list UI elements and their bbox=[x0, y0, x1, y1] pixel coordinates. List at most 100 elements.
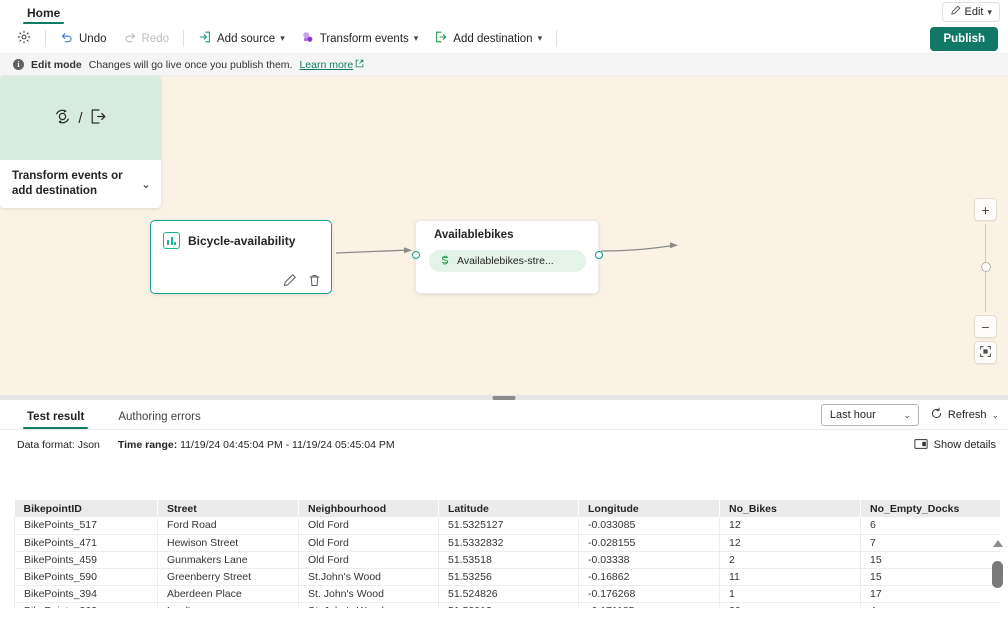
time-range-label: Time range: bbox=[117, 439, 178, 451]
learn-more-label: Learn more bbox=[299, 58, 354, 71]
cell-no-empty-docks: 4 bbox=[860, 602, 1000, 608]
results-table-wrap[interactable]: BikepointID Street Neighbourhood Latitud… bbox=[14, 500, 1000, 608]
undo-button[interactable]: Undo bbox=[53, 27, 114, 51]
cell-latitude: 51.524826 bbox=[438, 585, 579, 603]
refresh-button[interactable]: Refresh ⌄ bbox=[930, 407, 999, 423]
add-destination-label: Add destination bbox=[453, 32, 533, 45]
show-details-button[interactable]: Show details bbox=[914, 438, 996, 453]
cell-street: Gunmakers Lane bbox=[157, 551, 299, 569]
source-node-actions bbox=[282, 273, 322, 288]
table-row[interactable]: BikePoints_471 Hewison Street Old Ford 5… bbox=[14, 534, 1000, 552]
publish-button[interactable]: Publish bbox=[930, 27, 998, 51]
data-format-label: Data format: bbox=[17, 439, 75, 451]
redo-button[interactable]: Redo bbox=[116, 27, 177, 51]
stream-node-availablebikes[interactable]: Availablebikes Availablebikes-stre... bbox=[412, 220, 603, 294]
stream-input-port[interactable] bbox=[412, 251, 420, 259]
cell-neighbourhood: Old Ford bbox=[298, 517, 439, 535]
zoom-slider-track[interactable] bbox=[980, 224, 991, 312]
show-details-label: Show details bbox=[933, 439, 996, 451]
cell-longitude: -0.028155 bbox=[578, 534, 720, 552]
cell-longitude: -0.176268 bbox=[578, 585, 720, 603]
cell-neighbourhood: St.John's Wood bbox=[298, 568, 439, 586]
results-toolbar: Last hour ⌄ Refresh ⌄ bbox=[820, 404, 999, 426]
canvas-zoom-controls: + − bbox=[974, 198, 997, 364]
eventstream-canvas[interactable]: Bicycle-availability Availablebikes Avai… bbox=[0, 76, 1008, 395]
toolbar-divider-3 bbox=[556, 30, 558, 47]
fit-to-screen-icon bbox=[979, 345, 992, 361]
zoom-slider-thumb[interactable] bbox=[980, 262, 991, 273]
column-header-no-empty-docks[interactable]: No_Empty_Docks bbox=[860, 500, 1000, 517]
scroll-up-arrow-icon[interactable] bbox=[993, 540, 1003, 547]
settings-button[interactable] bbox=[10, 27, 38, 51]
event-stream-editor: Home Edit ▾ Undo Redo Add source ▾ Trans… bbox=[0, 0, 1008, 622]
column-header-no-bikes[interactable]: No_Bikes bbox=[719, 500, 861, 517]
pencil-icon bbox=[950, 5, 961, 19]
fit-to-screen-button[interactable] bbox=[974, 341, 997, 364]
add-source-button[interactable]: Add source ▾ bbox=[191, 27, 292, 51]
cell-no-bikes: 20 bbox=[719, 602, 861, 608]
column-header-latitude[interactable]: Latitude bbox=[438, 500, 579, 517]
transform-events-icon bbox=[301, 30, 315, 47]
chevron-down-icon: ▾ bbox=[280, 33, 285, 43]
cell-no-bikes: 1 bbox=[719, 585, 861, 603]
scrollbar-thumb[interactable] bbox=[992, 561, 1003, 588]
redo-icon bbox=[123, 30, 137, 47]
edit-mode-title: Edit mode bbox=[31, 58, 82, 71]
cell-longitude: -0.16862 bbox=[578, 568, 720, 586]
zoom-out-button[interactable]: − bbox=[974, 315, 997, 338]
zoom-in-button[interactable]: + bbox=[974, 198, 997, 221]
source-node-bicycle-availability[interactable]: Bicycle-availability bbox=[150, 220, 332, 294]
table-row[interactable]: BikePoints_394 Aberdeen Place St. John's… bbox=[14, 585, 1000, 603]
cell-street: Hewison Street bbox=[157, 534, 299, 552]
column-header-neighbourhood[interactable]: Neighbourhood bbox=[298, 500, 439, 517]
undo-icon bbox=[60, 30, 74, 47]
edit-mode-message: Changes will go live once you publish th… bbox=[88, 58, 293, 71]
results-table-body: BikePoints_517 Ford Road Old Ford 51.532… bbox=[14, 517, 1000, 608]
chevron-down-icon[interactable]: ⌄ bbox=[991, 410, 999, 420]
tab-authoring-errors-label: Authoring errors bbox=[118, 411, 201, 423]
tab-home[interactable]: Home bbox=[21, 6, 66, 24]
delete-node-icon[interactable] bbox=[307, 273, 322, 288]
table-row[interactable]: BikePoints_459 Gunmakers Lane Old Ford 5… bbox=[14, 551, 1000, 569]
cell-no-bikes: 12 bbox=[719, 534, 861, 552]
command-bar: Undo Redo Add source ▾ Transform events … bbox=[0, 24, 1008, 54]
refresh-icon bbox=[930, 407, 943, 423]
stream-node-pill[interactable]: Availablebikes-stre... bbox=[429, 250, 586, 272]
tab-authoring-errors[interactable]: Authoring errors bbox=[114, 411, 204, 429]
splitter-grip[interactable] bbox=[492, 396, 516, 400]
table-row[interactable]: BikePoints_363 Lord's St. John's Wood 51… bbox=[14, 602, 1000, 608]
details-panel-icon bbox=[914, 438, 928, 453]
time-range-value: 11/19/24 04:45:04 PM - 11/19/24 05:45:04… bbox=[180, 439, 395, 451]
column-header-street[interactable]: Street bbox=[157, 500, 299, 517]
stream-output-port[interactable] bbox=[595, 251, 603, 259]
edit-mode-button[interactable]: Edit ▾ bbox=[941, 2, 1000, 22]
toolbar-divider-1 bbox=[45, 30, 46, 47]
column-header-bikepointid[interactable]: BikepointID bbox=[14, 500, 158, 517]
chevron-down-icon: ▾ bbox=[987, 6, 992, 17]
column-header-longitude[interactable]: Longitude bbox=[578, 500, 720, 517]
transform-events-button[interactable]: Transform events ▾ bbox=[294, 27, 426, 51]
time-range-select[interactable]: Last hour ⌄ bbox=[820, 404, 919, 426]
time-range-select-value: Last hour bbox=[829, 409, 876, 421]
cell-no-empty-docks: 15 bbox=[860, 551, 1000, 569]
table-vertical-scrollbar[interactable] bbox=[991, 518, 1005, 606]
edit-node-icon[interactable] bbox=[282, 273, 297, 288]
table-row[interactable]: BikePoints_517 Ford Road Old Ford 51.532… bbox=[14, 517, 1000, 535]
stream-pill-label: Availablebikes-stre... bbox=[457, 255, 554, 267]
edit-mode-label: Edit bbox=[964, 6, 984, 18]
table-row[interactable]: BikePoints_590 Greenberry Street St.John… bbox=[14, 568, 1000, 586]
external-link-icon bbox=[355, 59, 364, 71]
add-source-icon bbox=[198, 30, 212, 47]
cell-neighbourhood: St. John's Wood bbox=[298, 585, 439, 603]
tab-test-result[interactable]: Test result bbox=[23, 411, 89, 429]
cell-latitude: 51.53518 bbox=[438, 551, 579, 569]
learn-more-link[interactable]: Learn more bbox=[299, 59, 364, 71]
cell-street: Greenberry Street bbox=[157, 568, 299, 586]
cell-bikepointid: BikePoints_363 bbox=[14, 602, 158, 608]
cell-bikepointid: BikePoints_590 bbox=[14, 568, 158, 586]
source-node-header: Bicycle-availability bbox=[151, 221, 331, 249]
add-destination-button[interactable]: Add destination ▾ bbox=[427, 27, 549, 51]
refresh-label: Refresh bbox=[947, 409, 987, 421]
cell-latitude: 51.5332832 bbox=[438, 534, 579, 552]
cell-longitude: -0.033085 bbox=[578, 517, 720, 535]
